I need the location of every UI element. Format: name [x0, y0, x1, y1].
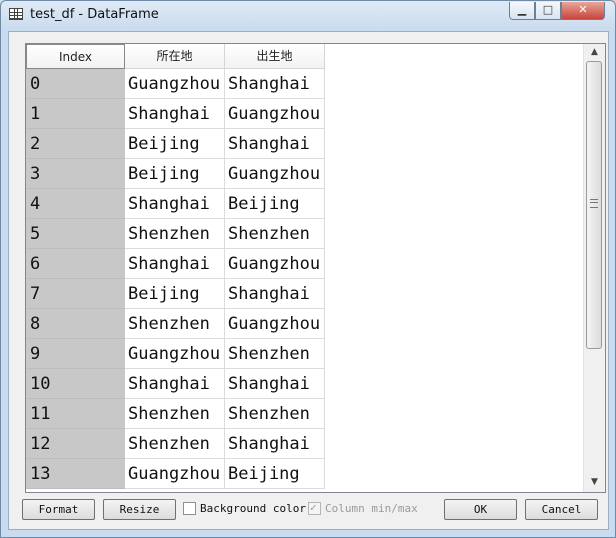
index-cell[interactable]: 0 — [26, 69, 125, 99]
index-cell[interactable]: 1 — [26, 99, 125, 129]
close-icon: ✕ — [578, 3, 588, 16]
birthplace-cell[interactable]: Shenzhen — [225, 339, 325, 369]
birthplace-cell[interactable]: Guangzhou — [225, 99, 325, 129]
birthplace-cell[interactable]: Shenzhen — [225, 219, 325, 249]
location-cell[interactable]: Beijing — [125, 159, 225, 189]
birthplace-cell[interactable]: Shanghai — [225, 69, 325, 99]
scroll-down-icon[interactable]: ▼ — [584, 474, 605, 491]
header-birthplace[interactable]: 出生地 — [225, 44, 325, 69]
vertical-scrollbar[interactable]: ▲ ▼ — [583, 44, 605, 492]
table-row[interactable]: 8 Shenzhen Guangzhou — [26, 309, 326, 339]
index-cell[interactable]: 13 — [26, 459, 125, 489]
checkbox-box[interactable] — [183, 501, 196, 515]
dataframe-table[interactable]: Index 所在地 出生地 0 Guangzhou Shanghai 1 Shangha… — [25, 43, 606, 493]
table-row[interactable]: 3 Beijing Guangzhou — [26, 159, 326, 189]
column-minmax-checkbox[interactable]: ✓ Column min/max — [308, 501, 418, 517]
table-row[interactable]: 13 Guangzhou Beijing — [26, 459, 326, 489]
location-cell[interactable]: Shenzhen — [125, 309, 225, 339]
table-row[interactable]: 0 Guangzhou Shanghai — [26, 69, 326, 99]
window-title: test_df - DataFrame — [30, 7, 159, 22]
table-row[interactable]: 2 Beijing Shanghai — [26, 129, 326, 159]
dataframe-window: test_df - DataFrame ▁ □ ✕ Index 所在地 出生地 … — [0, 0, 616, 538]
table-row[interactable]: 4 Shanghai Beijing — [26, 189, 326, 219]
location-cell[interactable]: Shanghai — [125, 189, 225, 219]
table-row[interactable]: 5 Shenzhen Shenzhen — [26, 219, 326, 249]
birthplace-cell[interactable]: Guangzhou — [225, 309, 325, 339]
index-cell[interactable]: 10 — [26, 369, 125, 399]
table-row[interactable]: 6 Shanghai Guangzhou — [26, 249, 326, 279]
index-cell[interactable]: 12 — [26, 429, 125, 459]
index-cell[interactable]: 6 — [26, 249, 125, 279]
location-cell[interactable]: Guangzhou — [125, 69, 225, 99]
index-cell[interactable]: 7 — [26, 279, 125, 309]
birthplace-cell[interactable]: Shanghai — [225, 129, 325, 159]
index-cell[interactable]: 2 — [26, 129, 125, 159]
birthplace-cell[interactable]: Shenzhen — [225, 399, 325, 429]
table-row[interactable]: 9 Guangzhou Shenzhen — [26, 339, 326, 369]
table-row[interactable]: 11 Shenzhen Shenzhen — [26, 399, 326, 429]
birthplace-cell[interactable]: Beijing — [225, 189, 325, 219]
location-cell[interactable]: Shenzhen — [125, 219, 225, 249]
scroll-thumb[interactable] — [586, 61, 602, 349]
title-bar[interactable]: test_df - DataFrame ▁ □ ✕ — [1, 1, 615, 29]
background-color-checkbox[interactable]: Background color — [183, 501, 306, 517]
birthplace-cell[interactable]: Shanghai — [225, 369, 325, 399]
maximize-icon: □ — [542, 3, 554, 16]
column-minmax-label: Column min/max — [325, 502, 418, 515]
birthplace-cell[interactable]: Shanghai — [225, 279, 325, 309]
cancel-button[interactable]: Cancel — [525, 499, 598, 520]
birthplace-cell[interactable]: Shanghai — [225, 429, 325, 459]
location-cell[interactable]: Shanghai — [125, 249, 225, 279]
index-cell[interactable]: 9 — [26, 339, 125, 369]
birthplace-cell[interactable]: Beijing — [225, 459, 325, 489]
birthplace-cell[interactable]: Guangzhou — [225, 249, 325, 279]
table-icon — [9, 8, 23, 20]
location-cell[interactable]: Shanghai — [125, 369, 225, 399]
grip-icon — [590, 199, 598, 208]
birthplace-cell[interactable]: Guangzhou — [225, 159, 325, 189]
scroll-up-icon[interactable]: ▲ — [584, 44, 605, 61]
location-cell[interactable]: Shenzhen — [125, 399, 225, 429]
header-location[interactable]: 所在地 — [125, 44, 225, 69]
index-cell[interactable]: 4 — [26, 189, 125, 219]
resize-button[interactable]: Resize — [103, 499, 176, 520]
location-cell[interactable]: Guangzhou — [125, 459, 225, 489]
location-cell[interactable]: Shanghai — [125, 99, 225, 129]
dialog-body: Index 所在地 出生地 0 Guangzhou Shanghai 1 Shangha… — [8, 31, 609, 530]
table-row[interactable]: 10 Shanghai Shanghai — [26, 369, 326, 399]
background-color-label: Background color — [200, 502, 306, 515]
table-row[interactable]: 7 Beijing Shanghai — [26, 279, 326, 309]
close-button[interactable]: ✕ — [561, 2, 605, 20]
ok-button[interactable]: OK — [444, 499, 517, 520]
table-row[interactable]: 1 Shanghai Guangzhou — [26, 99, 326, 129]
minimize-button[interactable]: ▁ — [509, 2, 535, 20]
location-cell[interactable]: Beijing — [125, 129, 225, 159]
format-button[interactable]: Format — [22, 499, 95, 520]
index-cell[interactable]: 11 — [26, 399, 125, 429]
location-cell[interactable]: Shenzhen — [125, 429, 225, 459]
index-cell[interactable]: 8 — [26, 309, 125, 339]
checkmark-icon: ✓ — [310, 500, 317, 514]
minimize-icon: ▁ — [517, 3, 527, 16]
maximize-button[interactable]: □ — [535, 2, 561, 20]
index-cell[interactable]: 3 — [26, 159, 125, 189]
table-row[interactable]: 12 Shenzhen Shanghai — [26, 429, 326, 459]
location-cell[interactable]: Guangzhou — [125, 339, 225, 369]
location-cell[interactable]: Beijing — [125, 279, 225, 309]
index-cell[interactable]: 5 — [26, 219, 125, 249]
header-index[interactable]: Index — [26, 44, 125, 69]
checkbox-box[interactable]: ✓ — [308, 500, 321, 515]
